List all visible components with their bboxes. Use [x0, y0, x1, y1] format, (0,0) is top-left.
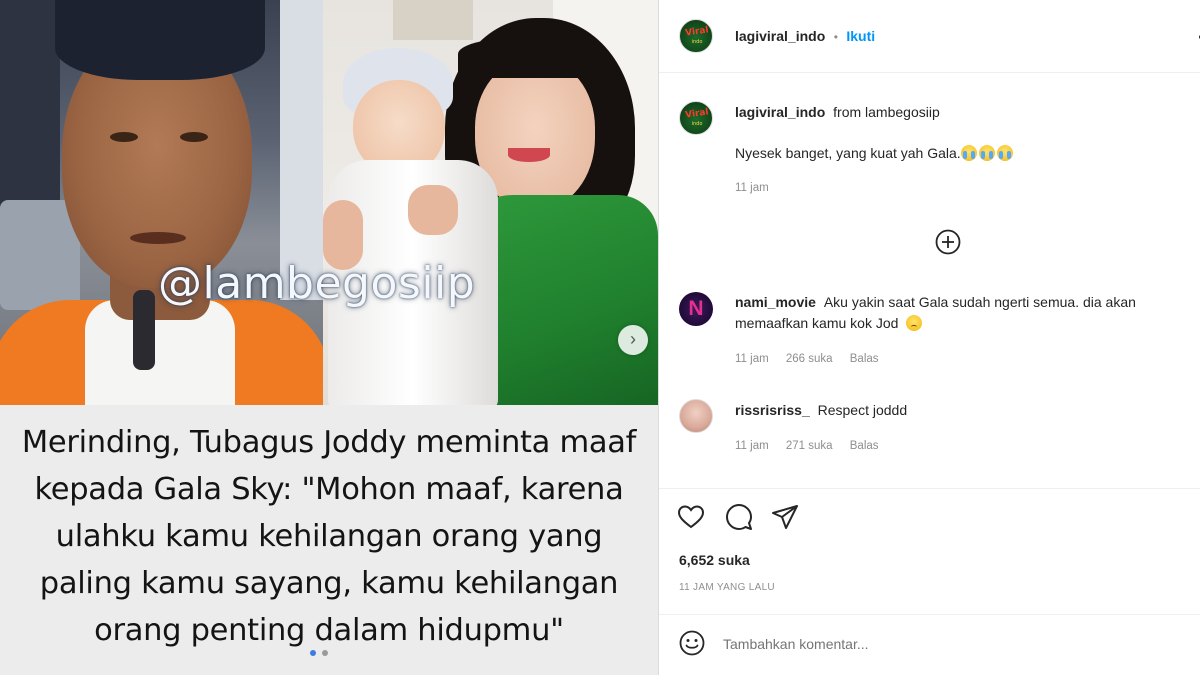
- reply-button[interactable]: Balas: [850, 440, 879, 452]
- smiley-icon[interactable]: [679, 630, 705, 656]
- send-icon[interactable]: [771, 503, 799, 531]
- comment-input[interactable]: [723, 632, 1123, 656]
- comment-time: 11 jam: [735, 353, 769, 365]
- photo-man-speaking: [0, 0, 323, 405]
- caption-username[interactable]: lagiviral_indo: [735, 104, 825, 120]
- carousel-dots: [310, 650, 328, 656]
- comment-time: 11 jam: [735, 440, 769, 452]
- comment-text: Aku yakin saat Gala sudah ngerti semua. …: [823, 294, 1136, 310]
- comment-likes[interactable]: 271 suka: [786, 440, 833, 452]
- sad-emoji-icon: [906, 315, 923, 331]
- crying-emoji-icon: [996, 145, 1013, 161]
- media-caption: Merinding, Tubagus Joddy meminta maaf ke…: [0, 405, 658, 675]
- comment-likes[interactable]: 266 suka: [786, 353, 833, 365]
- comment-icon[interactable]: [725, 503, 753, 531]
- crying-emoji-icon: [978, 145, 995, 161]
- heart-icon[interactable]: [677, 503, 705, 531]
- carousel-dot-active: [310, 650, 316, 656]
- caption-from: from lambegosiip: [833, 104, 940, 120]
- watermark: @lambegosiip: [158, 258, 476, 309]
- logo-sub: indo: [691, 39, 703, 45]
- comment: rissrisriss_ Respect joddd: [735, 402, 907, 418]
- header-separator: •: [833, 30, 838, 44]
- comment-text: memaafkan kamu kok Jod: [735, 315, 899, 331]
- caption-line: ulahku kamu kehilangan orang yang: [55, 518, 603, 554]
- photo-woman-with-baby: [323, 0, 658, 405]
- caption-line: Merinding, Tubagus Joddy meminta maaf: [21, 424, 637, 460]
- carousel-dot: [322, 650, 328, 656]
- caption-time: 11 jam: [735, 182, 769, 194]
- chevron-right-icon[interactable]: ›: [618, 325, 648, 355]
- caption-line: kepada Gala Sky: "Mohon maaf, karena: [34, 471, 624, 507]
- post-media[interactable]: @lambegosiip › Merinding, Tubagus Joddy …: [0, 0, 658, 675]
- logo-icon: Viral: [684, 25, 710, 39]
- comment-username[interactable]: nami_movie: [735, 294, 816, 310]
- caption-body: Nyesek banget, yang kuat yah Gala.: [735, 145, 961, 161]
- comment-username[interactable]: rissrisriss_: [735, 402, 810, 418]
- divider: [659, 614, 1200, 615]
- caption-line: orang penting dalam hidupmu": [94, 612, 564, 648]
- avatar-letter: N: [688, 297, 704, 320]
- avatar[interactable]: Viral indo: [679, 19, 713, 53]
- more-icon[interactable]: [1189, 28, 1200, 46]
- logo-icon: Viral: [684, 107, 710, 121]
- avatar[interactable]: Viral indo: [679, 101, 713, 135]
- caption-line: paling kamu sayang, kamu kehilangan: [39, 565, 619, 601]
- caption-header: lagiviral_indo from lambegosiip: [735, 104, 940, 120]
- plus-circle-icon[interactable]: [935, 229, 961, 255]
- likes-count[interactable]: 6,652 suka: [679, 552, 750, 568]
- crying-emoji-icon: [960, 145, 977, 161]
- posted-time: 11 JAM YANG LALU: [679, 582, 775, 593]
- divider: [659, 488, 1200, 489]
- follow-button[interactable]: Ikuti: [846, 28, 875, 44]
- header-username[interactable]: lagiviral_indo: [735, 28, 825, 44]
- comment: nami_movie Aku yakin saat Gala sudah nge…: [735, 294, 1136, 310]
- reply-button[interactable]: Balas: [850, 353, 879, 365]
- post-sidebar: Viral indo lagiviral_indo • Ikuti Viral …: [658, 0, 1200, 675]
- comment-meta: 11 jam 271 suka Balas: [735, 440, 879, 452]
- logo-sub: indo: [691, 121, 703, 127]
- post-header: lagiviral_indo • Ikuti: [735, 28, 875, 46]
- avatar[interactable]: [679, 399, 713, 433]
- avatar[interactable]: N: [679, 292, 713, 326]
- comment-meta: 11 jam 266 suka Balas: [735, 353, 879, 365]
- caption-text: Nyesek banget, yang kuat yah Gala.: [735, 145, 1013, 161]
- comment-text-continued: memaafkan kamu kok Jod: [735, 315, 923, 331]
- comment-text: Respect joddd: [817, 402, 908, 418]
- divider: [659, 72, 1200, 73]
